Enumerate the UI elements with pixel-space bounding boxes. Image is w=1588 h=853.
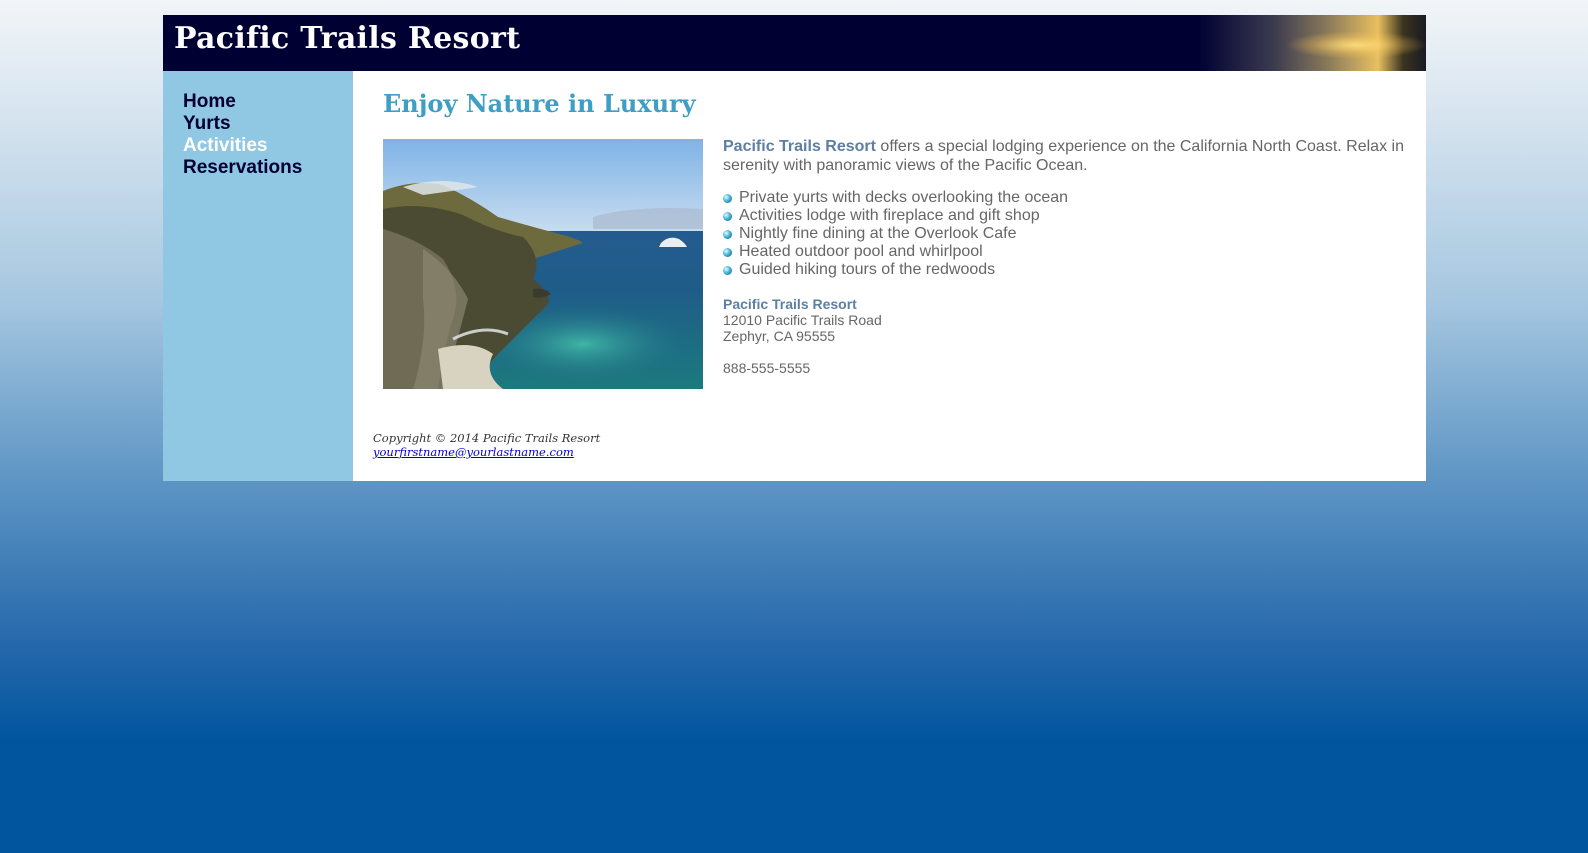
nav-item-reservations[interactable]: Reservations: [183, 157, 302, 178]
resort-description: Pacific Trails Resort offers a special l…: [723, 137, 1413, 376]
page-heading: Enjoy Nature in Luxury: [383, 89, 696, 118]
main-content: Enjoy Nature in Luxury Pacific Trails Re…: [353, 71, 1426, 481]
email-link[interactable]: yourfirstname@yourlastname.com: [373, 445, 574, 459]
nav-item-home[interactable]: Home: [183, 91, 236, 112]
bullet-icon: [723, 194, 732, 203]
feature-text: Guided hiking tours of the redwoods: [739, 261, 996, 278]
sunset-banner-image: [1166, 15, 1426, 71]
list-item: Nightly fine dining at the Overlook Cafe: [723, 225, 1413, 243]
list-item: Private yurts with decks overlooking the…: [723, 189, 1413, 207]
contact-address: Pacific Trails Resort 12010 Pacific Trai…: [723, 296, 1413, 344]
coastline-image: [383, 139, 703, 389]
copyright-text: Copyright © 2014 Pacific Trails Resort: [373, 431, 601, 445]
page-footer: Copyright © 2014 Pacific Trails Resort y…: [373, 431, 600, 459]
bullet-icon: [723, 266, 732, 275]
site-header: Pacific Trails Resort: [163, 15, 1426, 71]
feature-text: Activities lodge with fireplace and gift…: [739, 207, 1040, 224]
address-city: Zephyr, CA 95555: [723, 328, 836, 344]
main-navigation: Home Yurts Activities Reservations: [163, 71, 353, 481]
bullet-icon: [723, 212, 732, 221]
feature-text: Heated outdoor pool and whirlpool: [739, 243, 983, 260]
nav-item-yurts[interactable]: Yurts: [183, 113, 231, 134]
intro-resort-name: Pacific Trails Resort: [723, 138, 876, 155]
nav-item-activities[interactable]: Activities: [183, 135, 267, 156]
address-street: 12010 Pacific Trails Road: [723, 312, 882, 328]
bullet-icon: [723, 248, 732, 257]
list-item: Activities lodge with fireplace and gift…: [723, 207, 1413, 225]
list-item: Guided hiking tours of the redwoods: [723, 261, 1413, 279]
feature-text: Private yurts with decks overlooking the…: [739, 189, 1069, 206]
intro-paragraph: Pacific Trails Resort offers a special l…: [723, 137, 1413, 175]
list-item: Heated outdoor pool and whirlpool: [723, 243, 1413, 261]
feature-text: Nightly fine dining at the Overlook Cafe: [739, 225, 1017, 242]
bullet-icon: [723, 230, 732, 239]
phone-number: 888-555-5555: [723, 360, 811, 376]
address-name: Pacific Trails Resort: [723, 296, 857, 312]
site-title: Pacific Trails Resort: [174, 21, 521, 56]
feature-list: Private yurts with decks overlooking the…: [723, 189, 1413, 279]
page-wrapper: Pacific Trails Resort Home Yurts Activit…: [163, 15, 1426, 481]
